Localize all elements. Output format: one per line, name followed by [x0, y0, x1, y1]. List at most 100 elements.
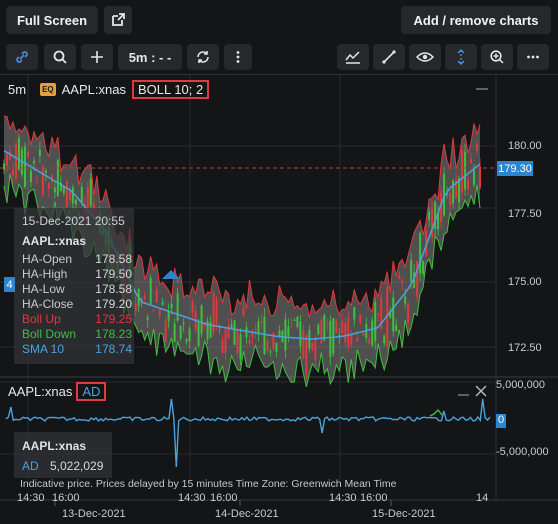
candle-body — [269, 351, 272, 353]
candle-body — [74, 199, 77, 205]
visibility-button[interactable] — [409, 44, 441, 70]
tooltip-row-value: 179.25 — [95, 312, 132, 326]
tooltip-symbol: AAPL:xnas — [22, 234, 87, 248]
symbol-label[interactable]: AAPL:xnas — [62, 82, 126, 97]
popout-button[interactable] — [104, 6, 132, 34]
candle-body — [347, 318, 350, 348]
candle-body — [29, 170, 32, 182]
candle-body — [407, 303, 410, 323]
candle-body — [368, 339, 371, 344]
ad-zero-tag: 0 — [496, 414, 506, 428]
candle-body — [68, 190, 71, 201]
top-bar: Full Screen Add / remove charts — [0, 0, 558, 40]
tooltip-row: HA-High 179.50 — [22, 267, 132, 281]
candle-body — [326, 324, 329, 327]
candle-body — [341, 321, 344, 333]
crosshair-icon — [457, 49, 465, 65]
candle-body — [197, 322, 200, 346]
candle-body — [476, 143, 479, 150]
tooltip-row-value: 178.74 — [95, 342, 132, 356]
sub-indicator-label[interactable]: AD — [76, 382, 107, 401]
candle-body — [65, 181, 68, 208]
candle-body — [362, 332, 365, 336]
candle-body — [473, 170, 476, 185]
tooltip-row-value: 178.23 — [95, 327, 132, 341]
candle-body — [452, 180, 455, 204]
x-time-label: 16:00 — [210, 492, 238, 504]
add-remove-charts-button[interactable]: Add / remove charts — [401, 6, 551, 34]
candle-body — [161, 302, 164, 305]
crosshair-button[interactable] — [445, 44, 477, 70]
candle-body — [470, 158, 473, 164]
indicators-icon — [345, 51, 360, 64]
candle-body — [263, 316, 266, 354]
candle-body — [419, 233, 422, 274]
indicators-button[interactable] — [337, 44, 369, 70]
candle-body — [239, 334, 242, 360]
ad-y-tick: -5,000,000 — [496, 446, 549, 458]
interval-selector[interactable]: 5m : - - — [118, 44, 182, 70]
candle-body — [284, 319, 287, 351]
candle-body — [53, 187, 56, 193]
candle-body — [467, 179, 470, 189]
ad-tooltip-label: AD — [22, 459, 39, 473]
candle-body — [323, 314, 326, 341]
eye-icon — [416, 52, 434, 62]
x-time-label: 16:00 — [360, 492, 388, 504]
candle-body — [461, 150, 464, 193]
candle-body — [164, 320, 167, 342]
tooltip-row-label: HA-High — [22, 267, 68, 281]
candle-body — [311, 342, 314, 350]
candle-body — [167, 311, 170, 322]
tooltip-row-value: 178.58 — [95, 282, 132, 296]
candle-body — [329, 320, 332, 357]
tooltip-row-label: HA-Low — [22, 282, 65, 296]
more-vertical-button[interactable] — [224, 44, 252, 70]
candle-body — [149, 278, 152, 304]
candle-body — [47, 182, 50, 189]
tooltip-row-value: 179.20 — [95, 297, 132, 311]
tooltip-row-label: HA-Open — [22, 252, 73, 266]
close-sub-icon[interactable] — [475, 385, 487, 397]
candle-body — [152, 309, 155, 311]
candle-body — [275, 342, 278, 352]
refresh-button[interactable] — [187, 44, 219, 70]
draw-line-icon — [382, 50, 396, 64]
zoom-in-button[interactable] — [481, 44, 513, 70]
candle-body — [350, 334, 353, 345]
candle-body — [242, 307, 245, 317]
candle-body — [233, 320, 236, 345]
link-button[interactable] — [6, 44, 38, 70]
add-button[interactable] — [81, 44, 113, 70]
ad-green-segments — [429, 408, 443, 417]
fullscreen-button[interactable]: Full Screen — [6, 6, 98, 34]
search-button[interactable] — [44, 44, 76, 70]
external-link-icon — [112, 13, 125, 26]
candle-body — [158, 309, 161, 316]
plus-icon — [91, 51, 103, 63]
candle-body — [359, 315, 362, 323]
candle-body — [56, 160, 59, 197]
candle-body — [392, 297, 395, 332]
y-tick: 172.50 — [508, 342, 542, 354]
candle-body — [401, 280, 404, 284]
x-time-label: 14 — [476, 492, 489, 504]
candle-body — [5, 154, 8, 166]
tooltip-row: HA-Open 178.58 — [22, 252, 132, 266]
candle-body — [398, 275, 401, 279]
candle-body — [479, 166, 481, 188]
x-time-label: 14:30 — [329, 492, 357, 504]
candle-body — [23, 146, 26, 187]
candle-body — [185, 339, 188, 342]
candle-body — [395, 324, 398, 331]
candle-body — [314, 337, 317, 360]
candle-body — [143, 295, 146, 300]
draw-line-button[interactable] — [373, 44, 405, 70]
sub-symbol-label[interactable]: AAPL:xnas — [8, 384, 72, 399]
indicator-label[interactable]: BOLL 10; 2 — [131, 80, 210, 99]
more-horizontal-button[interactable] — [517, 44, 549, 70]
more-vertical-icon — [236, 51, 240, 63]
candle-body — [17, 137, 20, 170]
x-time-label: 16:00 — [52, 492, 80, 504]
candle-body — [317, 324, 320, 335]
